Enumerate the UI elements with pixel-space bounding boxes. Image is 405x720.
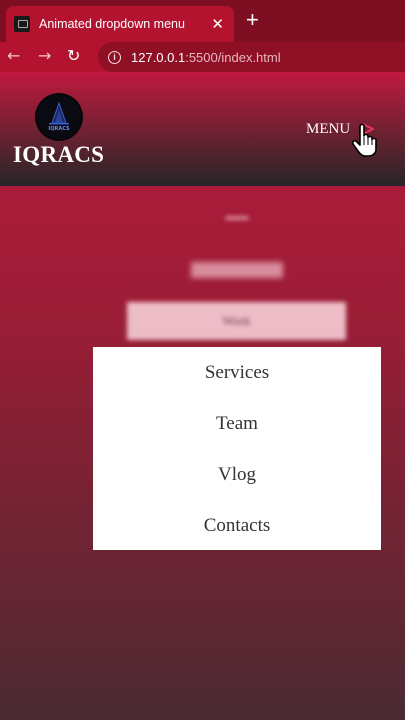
site-header: IQRACS IQRACS MENU — [0, 72, 405, 186]
forward-arrow-icon[interactable]: → — [38, 46, 51, 66]
address-bar[interactable]: i 127.0.0.1:5500/index.html — [98, 42, 405, 72]
browser-tab[interactable]: Animated dropdown menu ✕ — [6, 6, 234, 42]
logo-emblem-icon: IQRACS — [37, 95, 81, 139]
logo-text: IQRACS — [48, 126, 70, 132]
tab-title: Animated dropdown menu — [39, 17, 185, 31]
dropdown-item-work[interactable]: Work — [127, 302, 346, 340]
dropdown-item-team[interactable]: Team — [93, 398, 381, 449]
back-arrow-icon[interactable]: ← — [7, 46, 20, 66]
hand-pointer-icon — [351, 123, 377, 157]
reload-icon[interactable]: ↻ — [67, 46, 80, 66]
browser-tab-bar: Animated dropdown menu ✕ + — [0, 0, 405, 42]
menu-button[interactable]: MENU — [306, 121, 350, 138]
info-icon[interactable]: i — [108, 50, 121, 64]
dropdown-item-label: Work — [222, 313, 251, 328]
url-host: 127.0.0.1 — [131, 49, 186, 65]
dropdown-item-contacts[interactable]: Contacts — [93, 500, 381, 551]
dropdown-menu: Services Team Vlog Contacts — [93, 347, 381, 550]
close-tab-icon[interactable]: ✕ — [209, 15, 226, 33]
new-tab-button[interactable]: + — [246, 9, 259, 31]
dropdown-ghost-line — [225, 216, 249, 220]
url-path: :5500/index.html — [185, 49, 281, 65]
dropdown-item-services[interactable]: Services — [93, 347, 381, 398]
brand-name[interactable]: IQRACS — [13, 142, 104, 168]
dropdown-ghost-bar — [191, 262, 283, 278]
browser-toolbar: ← → ↻ i 127.0.0.1:5500/index.html — [0, 42, 405, 72]
dropdown-item-vlog[interactable]: Vlog — [93, 449, 381, 500]
favicon-icon — [14, 16, 30, 32]
logo[interactable]: IQRACS — [35, 93, 83, 141]
